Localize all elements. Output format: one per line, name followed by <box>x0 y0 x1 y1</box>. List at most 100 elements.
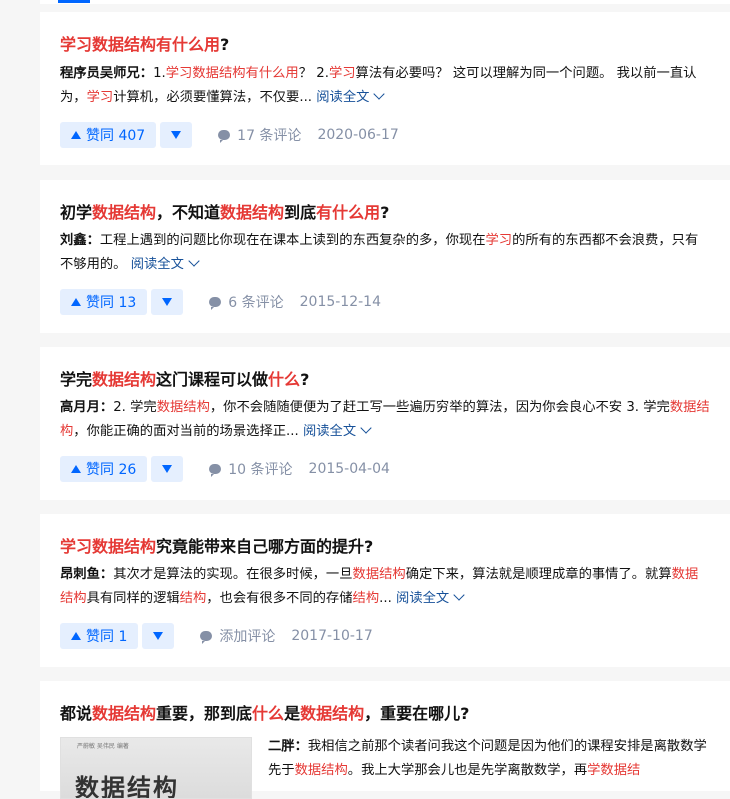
highlighted-keyword: 数据结构 <box>92 370 157 389</box>
excerpt-text: 我相信之前那个读者问我这个问题是因为他们的课程安排是离散数学先于数据结构。我上大… <box>268 739 707 778</box>
highlighted-keyword: 学数据结 <box>587 763 641 778</box>
author-name[interactable]: 昂刺鱼： <box>60 567 113 582</box>
chevron-down-icon <box>188 255 200 267</box>
text-segment: 1. <box>153 66 166 81</box>
text-segment: 都说 <box>60 704 93 723</box>
action-bar: 赞同 1 添加评论 2017-10-17 <box>60 623 373 649</box>
comment-button[interactable]: 17 条评论 <box>218 125 301 145</box>
book-cover-thumbnail[interactable]: 严蔚敏 吴伟民 编著 数据结构 <box>60 737 252 799</box>
text-segment: 这门课程可以做 <box>156 370 269 389</box>
upvote-button[interactable]: 赞同 26 <box>60 456 148 482</box>
downvote-icon <box>153 632 164 640</box>
action-bar: 赞同 13 6 条评论 2015-12-14 <box>60 289 381 315</box>
answer-date: 2015-12-14 <box>299 294 381 310</box>
highlighted-keyword: 结构 <box>179 591 207 606</box>
highlighted-keyword: 数据结构 <box>300 704 365 723</box>
excerpt-text: 2. 学完数据结构，你不会随随便便为了赶工写一些遍历穷举的算法，因为你会良心不安… <box>60 400 710 439</box>
answer-excerpt[interactable]: 刘鑫：工程上遇到的问题比你现在在课本上读到的东西复杂的多，你现在学习的所有的东西… <box>60 229 710 277</box>
highlighted-keyword: 有什么用 <box>316 203 381 222</box>
highlighted-keyword: 学习 <box>86 90 114 105</box>
upvote-button[interactable]: 赞同 407 <box>60 122 157 148</box>
comment-button[interactable]: 10 条评论 <box>209 459 293 479</box>
answer-excerpt[interactable]: 昂刺鱼：其次才是算法的实现。在很多时候，一旦数据结构确定下来，算法就是顺理成章的… <box>60 563 710 611</box>
downvote-button[interactable] <box>151 456 184 482</box>
action-bar: 赞同 26 10 条评论 2015-04-04 <box>60 456 390 482</box>
comment-icon <box>209 297 222 310</box>
text-segment: 2. 学完 <box>113 400 157 415</box>
text-segment: 重要，那到底 <box>156 704 253 723</box>
comment-button[interactable]: 添加评论 <box>200 626 275 646</box>
answer-date: 2020-06-17 <box>317 127 399 143</box>
answer-card: 都说数据结构重要，那到底什么是数据结构，重要在哪儿? 严蔚敏 吴伟民 编著 数据… <box>40 681 730 799</box>
question-title[interactable]: 学完数据结构这门课程可以做什么? <box>60 369 309 391</box>
text-segment: 是 <box>284 704 301 723</box>
author-name[interactable]: 高月月： <box>60 400 113 415</box>
comment-button[interactable]: 6 条评论 <box>209 292 284 312</box>
upvote-icon <box>71 465 81 473</box>
text-segment: 具有同样的逻辑 <box>86 591 180 606</box>
upvote-button[interactable]: 赞同 1 <box>60 623 139 649</box>
read-more-link[interactable]: 阅读全文 <box>303 422 372 439</box>
highlighted-keyword: 什么 <box>268 370 301 389</box>
answer-excerpt[interactable]: 二胖：我相信之前那个读者问我这个问题是因为他们的课程安排是离散数学先于数据结构。… <box>268 735 710 783</box>
text-segment: 初学 <box>60 203 93 222</box>
highlighted-keyword: 数据结构 <box>352 567 406 582</box>
text-segment: ... <box>379 591 392 606</box>
upvote-icon <box>71 131 81 139</box>
highlighted-keyword: 数据结构 <box>92 704 157 723</box>
highlighted-keyword: 数据结构 <box>156 400 210 415</box>
answer-card: 学习数据结构有什么用? 程序员吴师兄：1.学习数据结构有什么用？ 2.学习算法有… <box>40 12 730 165</box>
downvote-icon <box>162 465 173 473</box>
cover-authors: 严蔚敏 吴伟民 编著 <box>77 743 129 750</box>
text-segment: ，也会有很多不同的存储 <box>206 591 353 606</box>
text-segment: 计算机，必须要懂算法，不仅要... <box>113 90 313 105</box>
question-title[interactable]: 初学数据结构，不知道数据结构到底有什么用? <box>60 202 389 224</box>
downvote-button[interactable] <box>151 289 184 315</box>
downvote-button[interactable] <box>142 623 175 649</box>
author-name[interactable]: 二胖： <box>268 739 308 754</box>
chevron-down-icon <box>360 422 372 434</box>
text-segment: 到底 <box>284 203 317 222</box>
answer-card: 初学数据结构，不知道数据结构到底有什么用? 刘鑫：工程上遇到的问题比你现在在课本… <box>40 180 730 333</box>
read-more-link[interactable]: 阅读全文 <box>396 589 465 606</box>
text-segment: 其次才是算法的实现。在很多时候，一旦 <box>113 567 353 582</box>
upvote-icon <box>71 632 81 640</box>
text-segment: 。我上大学那会儿也是先学离散数学，再 <box>347 763 588 778</box>
text-segment: 确定下来，算法就是顺理成章的事情了。就算 <box>405 567 672 582</box>
read-more-link[interactable]: 阅读全文 <box>316 88 386 105</box>
highlighted-keyword: 学习 <box>485 233 513 248</box>
highlighted-keyword: 学习数据结构有什么用 <box>60 35 221 54</box>
answer-card: 学习数据结构究竟能带来自己哪方面的提升? 昂刺鱼：其次才是算法的实现。在很多时候… <box>40 514 730 667</box>
answer-excerpt[interactable]: 高月月：2. 学完数据结构，你不会随随便便为了赶工写一些遍历穷举的算法，因为你会… <box>60 396 710 444</box>
top-strip <box>40 0 730 4</box>
question-title[interactable]: 都说数据结构重要，那到底什么是数据结构，重要在哪儿? <box>60 703 469 725</box>
chevron-down-icon <box>373 88 386 100</box>
comment-icon <box>218 130 231 143</box>
text-segment: 工程上遇到的问题比你现在在课本上读到的东西复杂的多，你现在 <box>99 233 486 248</box>
active-tab-indicator <box>58 0 90 3</box>
author-name[interactable]: 刘鑫： <box>60 233 100 248</box>
upvote-button[interactable]: 赞同 13 <box>60 289 148 315</box>
question-title[interactable]: 学习数据结构究竟能带来自己哪方面的提升? <box>60 536 373 558</box>
text-segment: ，你能正确的面对当前的场景选择正... <box>73 424 299 439</box>
answer-excerpt[interactable]: 程序员吴师兄：1.学习数据结构有什么用？ 2.学习算法有必要吗？ 这可以理解为同… <box>60 62 710 110</box>
text-segment: ? <box>300 370 310 389</box>
text-segment: 究竟能带来自己哪方面的提升? <box>156 537 374 556</box>
read-more-link[interactable]: 阅读全文 <box>131 255 200 272</box>
highlighted-keyword: 学习 <box>328 66 356 81</box>
answer-card: 学完数据结构这门课程可以做什么? 高月月：2. 学完数据结构，你不会随随便便为了… <box>40 347 730 500</box>
downvote-button[interactable] <box>160 122 193 148</box>
text-segment: ，不知道 <box>156 203 221 222</box>
text-segment: ? <box>220 35 230 54</box>
cover-title: 数据结构 <box>75 774 179 799</box>
comment-icon <box>209 464 222 477</box>
highlighted-keyword: 学习数据结构有什么用 <box>165 66 299 81</box>
action-bar: 赞同 407 17 条评论 2020-06-17 <box>60 122 399 148</box>
text-segment: ？ 2. <box>298 66 329 81</box>
highlighted-keyword: 数据结构 <box>92 203 157 222</box>
chevron-down-icon <box>453 589 465 601</box>
author-name[interactable]: 程序员吴师兄： <box>60 66 153 81</box>
downvote-icon <box>171 131 182 139</box>
question-title[interactable]: 学习数据结构有什么用? <box>60 34 229 56</box>
text-segment: ，重要在哪儿? <box>364 704 470 723</box>
